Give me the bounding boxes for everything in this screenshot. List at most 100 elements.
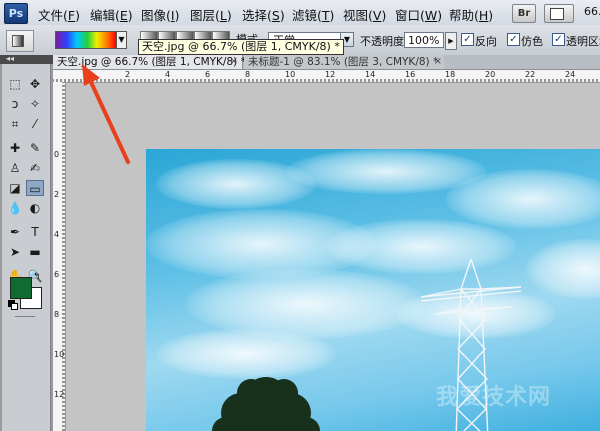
magic-wand-tool[interactable]: ✧ (26, 96, 44, 112)
ruler-label: 2 (54, 190, 60, 199)
photoshop-logo: Ps (4, 3, 28, 24)
ruler-label: 4 (165, 70, 171, 79)
crop-tool[interactable]: ⌗ (6, 116, 24, 132)
gradient-tool[interactable]: ▭ (26, 180, 44, 196)
ruler-label: 20 (485, 70, 496, 79)
ruler-label: 0 (54, 150, 60, 159)
magic-wand-icon: ✧ (29, 97, 41, 111)
dither-label: 仿色 (521, 35, 543, 48)
ruler-label: 4 (54, 230, 60, 239)
sky-photo[interactable]: 我爱技术网 (146, 149, 600, 431)
annotation-arrow (82, 64, 130, 164)
marquee-tool[interactable]: ⬚ (6, 76, 24, 92)
cloud (526, 239, 600, 299)
clone-stamp-tool[interactable]: ♙ (6, 160, 24, 176)
close-icon[interactable]: × (434, 55, 442, 69)
brush-tool[interactable]: ✎ (26, 140, 44, 156)
shape-icon: ▬ (29, 245, 41, 259)
ruler-label: 16 (405, 70, 416, 79)
type-icon: T (31, 225, 39, 239)
gradient-editor-swatch[interactable] (55, 31, 117, 49)
ruler-label: 22 (525, 70, 536, 79)
menu-select[interactable]: 选择(S) (242, 5, 285, 24)
pen-icon: ✒ (9, 225, 21, 239)
opacity-slider-toggle[interactable]: ▶ (445, 32, 457, 50)
tree (212, 377, 320, 431)
reverse-label: 反向 (475, 35, 497, 48)
quick-mask-divider (15, 316, 35, 317)
default-colors-icon[interactable] (8, 300, 18, 310)
menu-help[interactable]: 帮助(H) (449, 5, 493, 24)
ruler-label: 6 (205, 70, 211, 79)
menu-edit[interactable]: 编辑(E) (90, 5, 133, 24)
gradient-tool-icon (12, 35, 24, 47)
zoom-level: 66. (584, 5, 600, 18)
tab-untitled-document[interactable]: 未标题-1 @ 83.1% (图层 3, CMYK/8) * × (244, 55, 444, 69)
cloud (446, 169, 600, 229)
transparency-checkbox[interactable]: ✓ (552, 33, 565, 46)
history-brush-tool[interactable]: ✍ (26, 160, 44, 176)
menu-window[interactable]: 窗口(W) (395, 5, 442, 24)
blur-icon: 💧 (7, 201, 23, 215)
eraser-tool[interactable]: ◪ (6, 180, 24, 196)
dodge-icon: ◐ (29, 201, 41, 215)
toolbox: ⬚ ✥ ↄ ✧ ⌗ ⁄ ✚ ✎ ♙ ✍ ◪ ▭ 💧 ◐ ✒ T ➤ ▬ ✋ 🔍 (2, 64, 51, 431)
watermark-text: 我爱技术网 (436, 385, 552, 410)
gradient-icon: ▭ (29, 182, 41, 196)
blur-tool[interactable]: 💧 (6, 200, 24, 216)
tool-preset-picker[interactable] (6, 30, 34, 52)
collapse-panel-icon[interactable]: ◂◂ (6, 54, 14, 63)
healing-brush-tool[interactable]: ✚ (6, 140, 24, 156)
ruler-label: 24 (565, 70, 576, 79)
opacity-input[interactable]: 100% (404, 32, 444, 48)
menu-file[interactable]: 文件(F) (38, 5, 80, 24)
dither-checkbox[interactable]: ✓ (507, 33, 520, 46)
menu-image[interactable]: 图像(I) (141, 5, 179, 24)
ruler-label: 18 (445, 70, 456, 79)
ruler-label: 12 (54, 390, 65, 399)
swap-colors-icon[interactable]: ↰ (33, 272, 41, 282)
move-tool[interactable]: ✥ (26, 76, 44, 92)
transparency-label: 透明区域 (566, 35, 600, 48)
brush-icon: ✎ (29, 141, 41, 155)
type-tool[interactable]: T (26, 224, 44, 240)
bridge-button[interactable]: Br (512, 4, 536, 23)
opacity-label: 不透明度: (360, 35, 408, 48)
chevron-down-icon[interactable]: ▼ (116, 31, 127, 49)
menu-layer[interactable]: 图层(L) (190, 5, 232, 24)
path-select-icon: ➤ (9, 245, 21, 259)
vertical-ruler: 0 2 4 6 8 10 12 (53, 82, 66, 431)
ruler-label: 14 (365, 70, 376, 79)
move-icon: ✥ (29, 77, 41, 91)
close-icon[interactable]: × (230, 55, 238, 69)
ruler-label: 8 (54, 310, 60, 319)
marquee-icon: ⬚ (9, 77, 21, 91)
reverse-checkbox[interactable]: ✓ (461, 33, 474, 46)
menu-view[interactable]: 视图(V) (343, 5, 386, 24)
ruler-ticks (62, 82, 65, 431)
eraser-icon: ◪ (9, 181, 21, 195)
menu-filter[interactable]: 滤镜(T) (292, 5, 334, 24)
cloud (186, 269, 426, 339)
eyedropper-tool[interactable]: ⁄ (26, 116, 44, 132)
lasso-tool[interactable]: ↄ (6, 96, 24, 112)
healing-brush-icon: ✚ (9, 141, 21, 155)
arrange-documents-button[interactable] (544, 4, 574, 23)
ruler-label: 8 (245, 70, 251, 79)
pen-tool[interactable]: ✒ (6, 224, 24, 240)
path-selection-tool[interactable]: ➤ (6, 244, 24, 260)
lasso-icon: ↄ (11, 97, 19, 111)
shape-tool[interactable]: ▬ (26, 244, 44, 260)
ruler-label: 12 (325, 70, 336, 79)
history-brush-icon: ✍ (29, 161, 41, 175)
foreground-color-swatch[interactable] (10, 277, 32, 299)
clone-stamp-icon: ♙ (9, 161, 21, 175)
dodge-tool[interactable]: ◐ (26, 200, 44, 216)
ruler-label: 6 (54, 270, 60, 279)
document-tooltip: 天空.jpg @ 66.7% (图层 1, CMYK/8) * (138, 39, 344, 55)
menu-bar: Ps 文件(F) 编辑(E) 图像(I) 图层(L) 选择(S) 滤镜(T) 视… (0, 0, 600, 26)
eyedropper-icon: ⁄ (33, 117, 36, 131)
layout-icon (550, 8, 564, 20)
ruler-label: 10 (285, 70, 296, 79)
ruler-label: 10 (54, 350, 65, 359)
